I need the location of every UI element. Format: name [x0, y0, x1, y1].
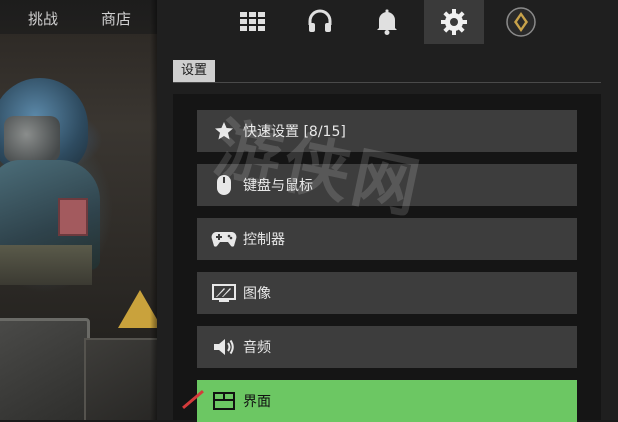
star-icon	[215, 122, 233, 140]
case-prop	[84, 338, 157, 420]
laptop-prop	[0, 318, 90, 420]
settings-button[interactable]	[424, 0, 484, 44]
section-header: 设置	[173, 60, 601, 83]
menu-item-label: 键盘与鼠标	[243, 178, 313, 194]
vest-gear	[0, 245, 92, 285]
menu-item-keyboard-mouse[interactable]: 键盘与鼠标	[197, 164, 577, 206]
section-title: 设置	[173, 60, 216, 82]
menu-item-label: 控制器	[243, 232, 285, 248]
menu-item-label: 界面	[243, 394, 271, 410]
menu-item-graphics[interactable]: 图像	[197, 272, 577, 314]
headset-icon	[308, 9, 332, 32]
menu-item-quick-settings[interactable]: 快速设置 [8/15]	[197, 110, 577, 152]
top-icon-bar	[157, 0, 618, 44]
speaker-icon	[214, 339, 234, 355]
notifications-button[interactable]	[357, 0, 417, 44]
background-artwork: 挑战 商店	[0, 0, 157, 420]
menu-grid-button[interactable]	[223, 0, 283, 44]
menu-item-label: 图像	[243, 286, 271, 302]
mouse-icon	[217, 175, 231, 195]
menu-item-label: 音频	[243, 340, 271, 356]
rank-badge-icon	[506, 7, 536, 37]
shoulder-patch	[58, 198, 88, 236]
display-icon	[212, 284, 236, 302]
grid-icon	[240, 12, 265, 31]
gear-icon	[441, 9, 467, 35]
soldier-mask	[4, 116, 60, 162]
interface-icon	[213, 392, 235, 410]
panel-divider-shadow	[150, 0, 157, 420]
bell-icon	[377, 9, 397, 35]
left-top-nav: 挑战 商店	[0, 0, 157, 34]
social-button[interactable]	[290, 0, 350, 44]
menu-item-controller[interactable]: 控制器	[197, 218, 577, 260]
settings-panel: 设置 快速设置 [8/15] 键盘与鼠标 控制器 图像 音频 界面	[157, 0, 618, 422]
settings-menu: 快速设置 [8/15] 键盘与鼠标 控制器 图像 音频 界面	[173, 94, 601, 422]
menu-item-interface[interactable]: 界面	[197, 380, 577, 422]
tab-challenges[interactable]: 挑战	[28, 8, 58, 29]
tab-store[interactable]: 商店	[101, 8, 131, 29]
rank-button[interactable]	[491, 0, 551, 44]
gamepad-icon	[211, 232, 237, 247]
menu-item-label: 快速设置 [8/15]	[243, 124, 346, 140]
menu-item-audio[interactable]: 音频	[197, 326, 577, 368]
